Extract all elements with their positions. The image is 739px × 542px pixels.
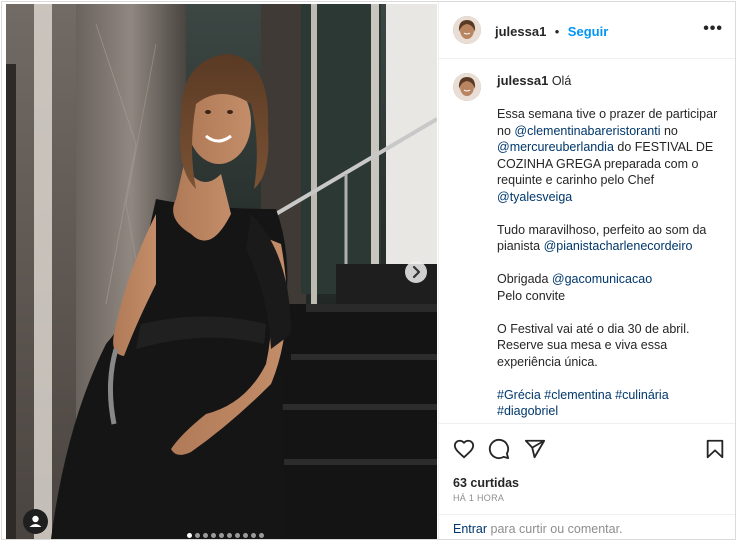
comment-prompt: Entrar para curtir ou comentar.: [439, 514, 735, 539]
chevron-right-icon: [412, 265, 421, 279]
share-button[interactable]: [524, 438, 546, 465]
mention-link[interactable]: @tyalesveiga: [497, 190, 572, 204]
photo-scene: [6, 4, 437, 539]
mention-link[interactable]: @clementinabareristoranti: [514, 124, 660, 138]
next-photo-button[interactable]: [405, 261, 427, 283]
more-options-button[interactable]: •••: [703, 20, 723, 38]
carousel-dot: [259, 533, 264, 538]
heart-icon: [453, 439, 475, 459]
mention-link[interactable]: @pianistacharlenecordeiro: [544, 239, 693, 253]
carousel-indicator: [187, 525, 267, 538]
carousel-dot: [235, 533, 240, 538]
mention-link[interactable]: @gacomunicacao: [552, 272, 652, 286]
login-to-comment-text: Entrar para curtir ou comentar.: [453, 522, 623, 536]
save-button[interactable]: [704, 438, 726, 465]
avatar[interactable]: [453, 16, 481, 44]
caption-avatar[interactable]: [453, 73, 481, 101]
share-icon: [524, 439, 546, 459]
post-sidebar: julessa1 • Seguir ••• julessa1 Olá Essa …: [438, 2, 735, 539]
hashtag-link[interactable]: #clementina: [544, 388, 611, 402]
caption-greeting: Olá: [551, 74, 572, 88]
caption-area: julessa1 Olá Essa semana tive o prazer d…: [439, 59, 735, 422]
carousel-dot: [219, 533, 224, 538]
caption-text-segment: Pelo convite: [497, 288, 566, 303]
bookmark-icon: [706, 439, 724, 459]
carousel-dot: [243, 533, 248, 538]
comment-button[interactable]: [488, 438, 510, 465]
caption-hashtags: #Grécia #clementina #culinária #diagobrie…: [497, 387, 722, 420]
action-bar: 63 curtidas HÁ 1 HORA: [439, 423, 735, 520]
post-username[interactable]: julessa1: [495, 24, 546, 39]
carousel-dot: [211, 533, 216, 538]
more-icon: •••: [703, 20, 723, 37]
hashtag-link[interactable]: #Grécia: [497, 388, 541, 402]
caption-paragraph-2: Tudo maravilhoso, perfeito ao som da pia…: [497, 222, 722, 255]
caption-paragraph-3: Obrigada @gacomunicacao Pelo convite: [497, 271, 722, 304]
caption-text-segment: Obrigada: [497, 272, 552, 286]
like-button[interactable]: [453, 438, 475, 465]
carousel-dot: [187, 533, 192, 538]
avatar-image: [453, 73, 481, 101]
user-tag-button[interactable]: [23, 509, 48, 534]
post-container: julessa1 • Seguir ••• julessa1 Olá Essa …: [1, 1, 736, 540]
comment-icon: [488, 438, 510, 460]
hashtag-link[interactable]: #diagobriel: [497, 404, 558, 418]
carousel-dot: [203, 533, 208, 538]
carousel-dot: [251, 533, 256, 538]
login-link[interactable]: Entrar: [453, 522, 487, 536]
post-timestamp[interactable]: HÁ 1 HORA: [453, 493, 504, 503]
post-photo[interactable]: [6, 4, 437, 539]
caption-paragraph-1: Essa semana tive o prazer de participar …: [497, 106, 722, 205]
caption-username[interactable]: julessa1: [497, 73, 548, 88]
avatar-image: [453, 16, 481, 44]
likes-count[interactable]: 63 curtidas: [453, 476, 519, 490]
comment-prompt-text: para curtir ou comentar.: [487, 522, 623, 536]
hashtag-link[interactable]: #culinária: [615, 388, 669, 402]
mention-link[interactable]: @mercureuberlandia: [497, 140, 614, 154]
separator: •: [554, 24, 560, 39]
caption-text-segment: no: [660, 123, 678, 138]
caption-paragraph-4: O Festival vai até o dia 30 de abril. Re…: [497, 321, 690, 369]
post-header: julessa1 • Seguir •••: [439, 2, 735, 59]
user-tag-icon: [29, 515, 42, 527]
caption-text: julessa1 Olá Essa semana tive o prazer d…: [497, 73, 722, 420]
carousel-dot: [227, 533, 232, 538]
carousel-dot: [195, 533, 200, 538]
follow-button[interactable]: Seguir: [568, 24, 608, 39]
